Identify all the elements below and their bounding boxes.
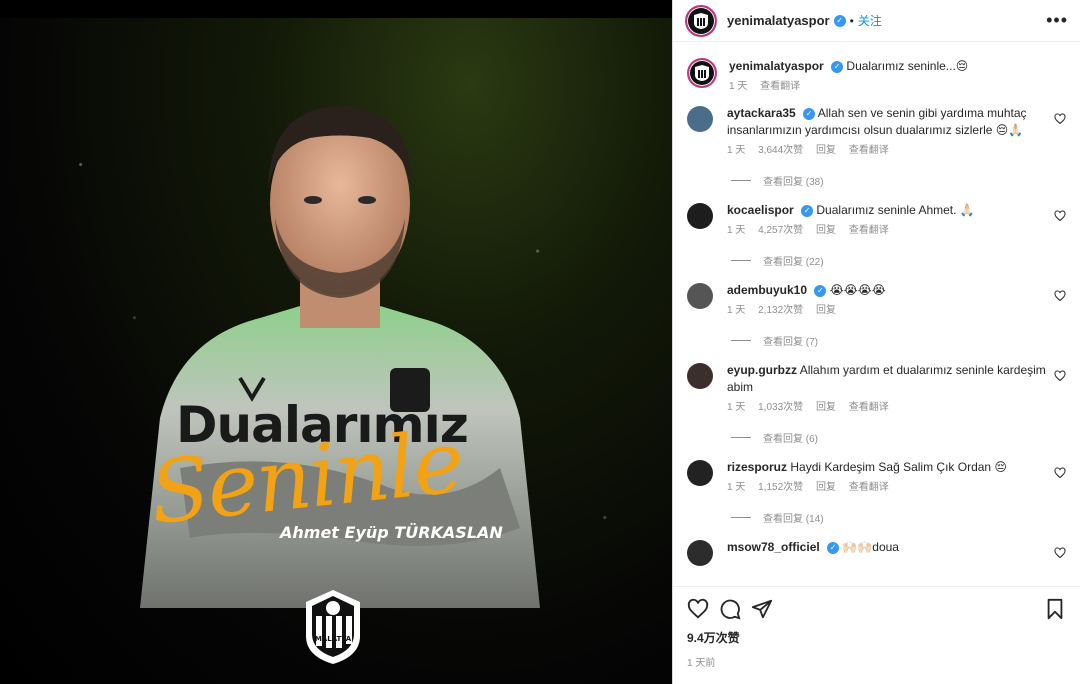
- caption-username[interactable]: yenimalatyaspor: [729, 59, 824, 73]
- commenter-username[interactable]: kocaelispor: [727, 203, 794, 217]
- commenter-username[interactable]: rizesporuz: [727, 460, 787, 474]
- comment-text: 😭😭😭😭: [829, 283, 886, 297]
- comment-like-heart-icon[interactable]: [1054, 370, 1066, 382]
- comment-meta: 1 天 1,033次赞 回复 查看翻译: [727, 399, 1047, 416]
- reply-button[interactable]: 回复: [816, 402, 836, 413]
- verified-badge-icon: ✓: [814, 284, 827, 297]
- caption-time: 1 天: [729, 81, 748, 92]
- commenter-username[interactable]: eyup.gurbzz: [727, 363, 797, 377]
- reply-button[interactable]: 回复: [816, 482, 836, 493]
- comment-item: kocaelispor ✓ Dualarımız seninle Ahmet. …: [687, 192, 1066, 268]
- separator-dot: •: [849, 13, 854, 28]
- verified-badge-icon: ✓: [827, 541, 840, 554]
- see-translation-link[interactable]: 查看翻译: [849, 145, 889, 156]
- comment-item: adembuyuk10 ✓ 😭😭😭😭 1 天 2,132次赞 回复 查看回复 (…: [687, 272, 1066, 348]
- commenter-avatar[interactable]: [687, 203, 713, 229]
- comment-like-heart-icon[interactable]: [1054, 113, 1066, 125]
- player-name: Ahmet Eyüp TÜRKASLAN: [280, 523, 503, 542]
- commenter-avatar[interactable]: [687, 540, 713, 566]
- see-translation-link[interactable]: 查看翻译: [849, 225, 889, 236]
- commenter-avatar[interactable]: [687, 363, 713, 389]
- comment-meta: 1 天 1,152次赞 回复 查看翻译: [727, 479, 1047, 496]
- comment-likes[interactable]: 2,132次赞: [758, 305, 803, 316]
- commenter-avatar[interactable]: [687, 283, 713, 309]
- share-send-icon[interactable]: [751, 598, 773, 620]
- comment-like-heart-icon[interactable]: [1054, 290, 1066, 302]
- comment-text: Dualarımız seninle Ahmet. 🙏🏻: [816, 203, 975, 217]
- like-heart-icon[interactable]: [687, 598, 709, 620]
- author-avatar[interactable]: [685, 4, 717, 37]
- post-timestamp: 1 天前: [687, 658, 716, 669]
- comment-time: 1 天: [727, 225, 746, 236]
- comment-meta: 1 天 3,644次赞 回复 查看翻译: [727, 142, 1047, 159]
- caption: yenimalatyaspor ✓ Dualarımız seninle...😔…: [687, 48, 1066, 95]
- view-replies-link[interactable]: 查看回复 (22): [731, 253, 1066, 268]
- view-replies-link[interactable]: 查看回复 (6): [731, 430, 1066, 445]
- view-replies-link[interactable]: 查看回复 (7): [731, 333, 1066, 348]
- verified-badge-icon: ✓: [833, 14, 846, 27]
- view-replies-link[interactable]: 查看回复 (14): [731, 510, 1066, 525]
- comment-likes[interactable]: 1,152次赞: [758, 482, 803, 493]
- comment-item: eyup.gurbzz Allahım yardım et dualarımız…: [687, 352, 1066, 445]
- commenter-avatar[interactable]: [687, 460, 713, 486]
- commenter-avatar[interactable]: [687, 106, 713, 132]
- comment-time: 1 天: [727, 482, 746, 493]
- post-sidebar: yenimalatyaspor ✓ • 关注 ••• yenimalatyasp…: [672, 0, 1080, 684]
- post-actions: 9.4万次赞 1 天前: [673, 586, 1080, 684]
- post-image[interactable]: Dualarımız Seninle Ahmet Eyüp TÜRKASLAN …: [0, 18, 672, 684]
- comment-like-heart-icon[interactable]: [1054, 547, 1066, 559]
- author-username[interactable]: yenimalatyaspor: [727, 13, 830, 28]
- follow-button[interactable]: 关注: [858, 12, 882, 29]
- reply-button[interactable]: 回复: [816, 145, 836, 156]
- commenter-username[interactable]: msow78_officiel: [727, 540, 820, 554]
- comment-item: msow78_officiel ✓ 🙌🏻🙌🏻doua: [687, 529, 1066, 566]
- comment-likes[interactable]: 4,257次赞: [758, 225, 803, 236]
- comment-like-heart-icon[interactable]: [1054, 210, 1066, 222]
- save-bookmark-icon[interactable]: [1044, 598, 1066, 620]
- comment-likes[interactable]: 3,644次赞: [758, 145, 803, 156]
- comment-meta: 1 天 4,257次赞 回复 查看翻译: [727, 222, 1047, 239]
- caption-text: Dualarımız seninle...😔: [846, 59, 969, 73]
- see-translation-link[interactable]: 查看翻译: [760, 81, 800, 92]
- top-bar: [0, 0, 672, 18]
- comment-item: aytackara35 ✓ Allah sen ve senin gibi ya…: [687, 95, 1066, 188]
- reply-button[interactable]: 回复: [816, 225, 836, 236]
- comment-likes[interactable]: 1,033次赞: [758, 402, 803, 413]
- caption-avatar[interactable]: [687, 58, 717, 88]
- verified-badge-icon: ✓: [801, 204, 814, 217]
- comment-time: 1 天: [727, 305, 746, 316]
- more-options-icon[interactable]: •••: [1046, 10, 1068, 31]
- like-count[interactable]: 9.4万次赞: [687, 629, 1066, 646]
- comment-bubble-icon[interactable]: [719, 598, 741, 620]
- see-translation-link[interactable]: 查看翻译: [849, 482, 889, 493]
- post-header: yenimalatyaspor ✓ • 关注 •••: [673, 0, 1080, 42]
- comment-text: 🙌🏻🙌🏻doua: [842, 540, 899, 554]
- comment-meta: 1 天 2,132次赞 回复: [727, 302, 1047, 319]
- comment-text: Haydi Kardeşim Sağ Salim Çık Ordan 😔: [790, 460, 1007, 474]
- commenter-username[interactable]: aytackara35: [727, 106, 796, 120]
- see-translation-link[interactable]: 查看翻译: [849, 402, 889, 413]
- caption-meta: 1 天 查看翻译: [729, 78, 1049, 95]
- view-replies-link[interactable]: 查看回复 (38): [731, 173, 1066, 188]
- comment-item: rizesporuz Haydi Kardeşim Sağ Salim Çık …: [687, 449, 1066, 525]
- comment-like-heart-icon[interactable]: [1054, 467, 1066, 479]
- club-crest-logo: MALATYA: [306, 590, 360, 664]
- svg-text:MALATYA: MALATYA: [315, 635, 352, 643]
- comment-time: 1 天: [727, 145, 746, 156]
- comment-time: 1 天: [727, 402, 746, 413]
- verified-badge-icon: ✓: [803, 107, 816, 120]
- reply-button[interactable]: 回复: [816, 305, 836, 316]
- comments-list[interactable]: yenimalatyaspor ✓ Dualarımız seninle...😔…: [673, 48, 1080, 586]
- commenter-username[interactable]: adembuyuk10: [727, 283, 807, 297]
- verified-badge-icon: ✓: [831, 60, 844, 73]
